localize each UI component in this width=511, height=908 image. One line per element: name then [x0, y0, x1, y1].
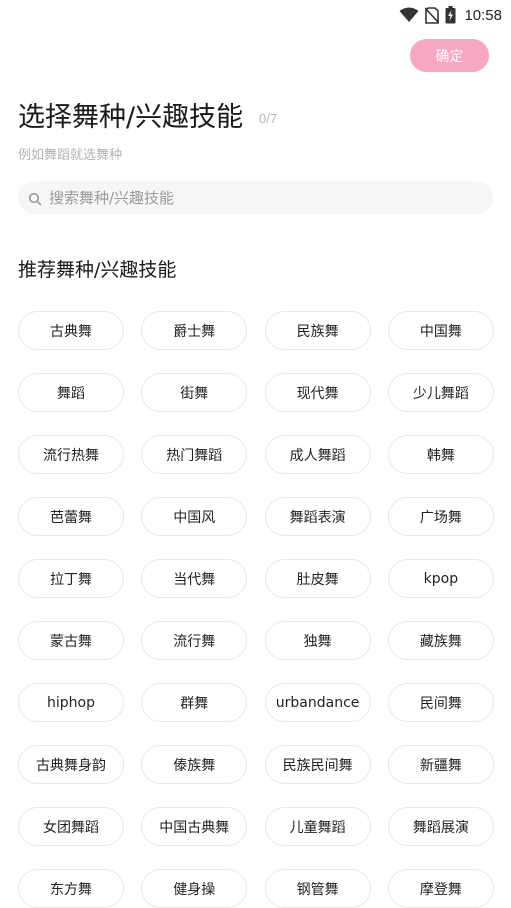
status-time: 10:58 — [464, 6, 502, 24]
wifi-icon — [399, 7, 419, 23]
tag-grid: 古典舞 爵士舞 民族舞 中国舞 舞蹈 街舞 现代舞 少儿舞蹈 流行热舞 热门舞蹈… — [18, 311, 494, 908]
search-box[interactable] — [18, 181, 493, 214]
tag-chip[interactable]: 傣族舞 — [141, 745, 248, 784]
confirm-button[interactable]: 确定 — [410, 39, 489, 72]
tag-chip[interactable]: 独舞 — [264, 621, 371, 660]
tag-chip[interactable]: 民间舞 — [387, 683, 494, 722]
tag-chip[interactable]: 古典舞 — [18, 311, 124, 350]
page-subtitle: 例如舞蹈就选舞种 — [18, 148, 123, 163]
tag-chip[interactable]: 健身操 — [141, 869, 248, 908]
tag-chip[interactable]: 广场舞 — [387, 497, 494, 536]
battery-charging-icon — [445, 6, 456, 24]
tag-chip[interactable]: 蒙古舞 — [18, 621, 124, 660]
tag-chip[interactable]: hiphop — [18, 683, 124, 722]
tag-chip[interactable]: 流行舞 — [141, 621, 248, 660]
page-title: 选择舞种/兴趣技能 — [18, 102, 244, 133]
tag-chip[interactable]: 肚皮舞 — [264, 559, 371, 598]
tag-chip[interactable]: 街舞 — [141, 373, 248, 412]
tag-chip[interactable]: 民族民间舞 — [264, 745, 371, 784]
tag-chip[interactable]: 芭蕾舞 — [18, 497, 124, 536]
status-icons: 10:58 — [399, 5, 502, 25]
tag-chip[interactable]: kpop — [387, 559, 494, 598]
tag-chip[interactable]: 少儿舞蹈 — [387, 373, 494, 412]
tag-chip[interactable]: 中国古典舞 — [141, 807, 248, 846]
tag-chip[interactable]: 舞蹈 — [18, 373, 124, 412]
no-sim-icon — [425, 6, 440, 24]
recommended-section-title: 推荐舞种/兴趣技能 — [18, 259, 177, 281]
tag-chip[interactable]: 藏族舞 — [387, 621, 494, 660]
tag-chip[interactable]: 舞蹈表演 — [264, 497, 371, 536]
tag-chip[interactable]: 成人舞蹈 — [264, 435, 371, 474]
tag-chip[interactable]: 摩登舞 — [387, 869, 494, 908]
tag-chip[interactable]: 钢管舞 — [264, 869, 371, 908]
tag-chip[interactable]: 流行热舞 — [18, 435, 124, 474]
tag-chip[interactable]: 群舞 — [141, 683, 248, 722]
tag-chip[interactable]: 古典舞身韵 — [18, 745, 124, 784]
status-bar: 10:58 — [0, 0, 511, 30]
tag-chip[interactable]: 东方舞 — [18, 869, 124, 908]
tag-chip[interactable]: 当代舞 — [141, 559, 248, 598]
tag-chip[interactable]: 拉丁舞 — [18, 559, 124, 598]
tag-chip[interactable]: 韩舞 — [387, 435, 494, 474]
tag-chip[interactable]: 新疆舞 — [387, 745, 494, 784]
tag-chip[interactable]: 女团舞蹈 — [18, 807, 124, 846]
tag-chip[interactable]: 热门舞蹈 — [141, 435, 248, 474]
tag-chip[interactable]: 中国舞 — [387, 311, 494, 350]
tag-chip[interactable]: 民族舞 — [264, 311, 371, 350]
selection-count: 0/7 — [259, 111, 278, 126]
tag-chip[interactable]: 儿童舞蹈 — [264, 807, 371, 846]
tag-chip[interactable]: 舞蹈展演 — [387, 807, 494, 846]
search-input[interactable] — [49, 188, 469, 207]
tag-chip[interactable]: urbandance — [264, 683, 371, 722]
tag-chip[interactable]: 现代舞 — [264, 373, 371, 412]
tag-chip[interactable]: 中国风 — [141, 497, 248, 536]
tag-chip[interactable]: 爵士舞 — [141, 311, 248, 350]
search-icon — [28, 191, 42, 205]
